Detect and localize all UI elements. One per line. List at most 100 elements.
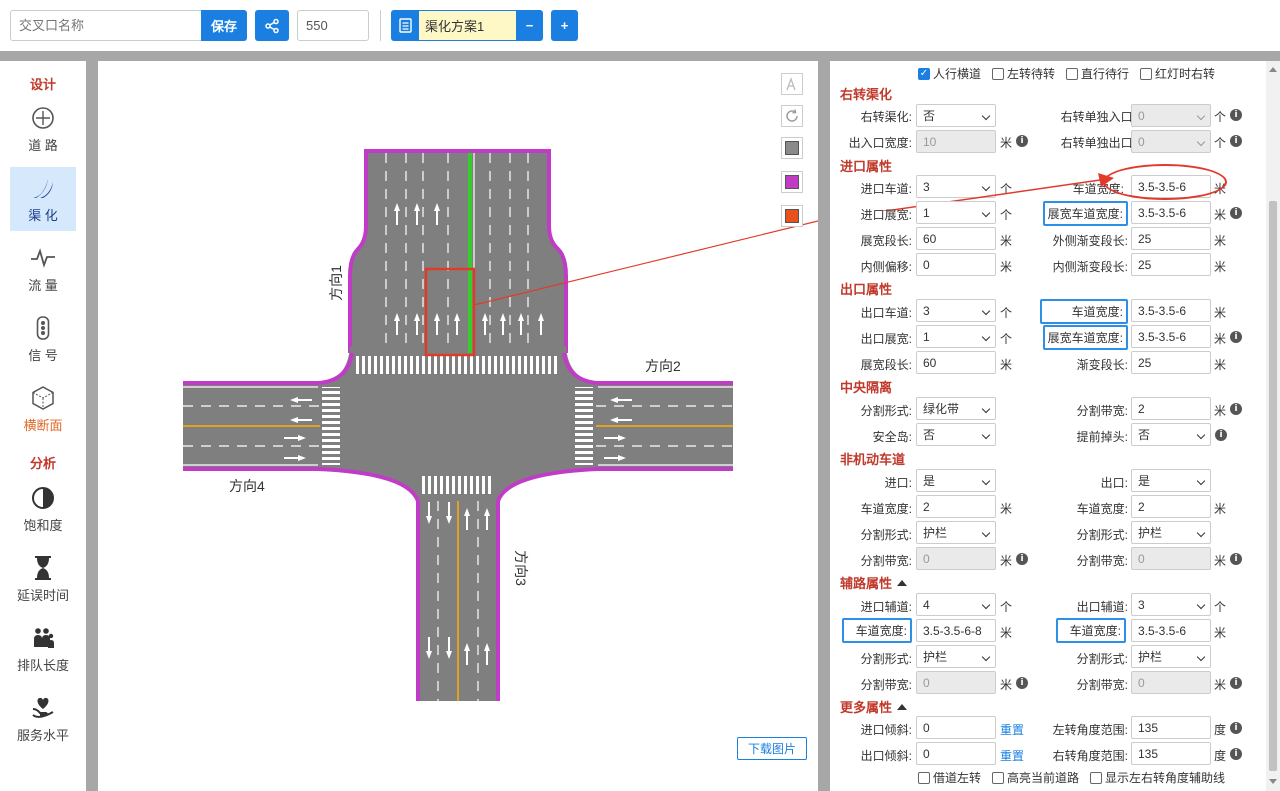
info-icon[interactable]: i (1230, 722, 1242, 734)
bike-exit-width-input[interactable]: 2 (1131, 495, 1211, 518)
info-icon[interactable]: i (1016, 135, 1028, 147)
sidebar-item-service[interactable]: 服务水平 (10, 687, 76, 751)
sidebar-item-signal[interactable]: 信 号 (10, 307, 76, 371)
rotate-button[interactable] (781, 105, 803, 127)
field-label: 分割带宽: (1076, 678, 1128, 692)
info-icon[interactable]: i (1230, 109, 1242, 121)
bike-exit-divider-width-input[interactable]: 0 (1131, 547, 1211, 570)
sidebar-item-cross-section[interactable]: 横断面 (10, 377, 76, 441)
aux-entry-divider-width-input[interactable]: 0 (916, 671, 996, 694)
sidebar-item-road[interactable]: 道 路 (10, 97, 76, 161)
right-turn-exit-select[interactable]: 0 (1131, 130, 1211, 153)
scheme-name[interactable]: 渠化方案1 (419, 10, 516, 41)
crosswalk-checkbox[interactable]: ✓ 人行横道 (918, 65, 981, 82)
scheme-list-button[interactable] (391, 10, 419, 41)
sidebar-item-flow[interactable]: 流 量 (10, 237, 76, 301)
show-angle-guides-checkbox[interactable]: 显示左右转角度辅助线 (1090, 769, 1225, 786)
intersection-canvas[interactable]: 方向1 方向2 方向3 方向4 下载图片 (98, 61, 818, 791)
scrollbar-thumb[interactable] (1269, 201, 1277, 771)
bike-entry-select[interactable]: 是 (916, 469, 996, 492)
entry-inner-offset-input[interactable]: 0 (916, 253, 996, 276)
entry-outer-taper-input[interactable]: 25 (1131, 227, 1211, 250)
text-tool-button[interactable] (781, 73, 803, 95)
borrow-left-turn-checkbox[interactable]: 借道左转 (918, 769, 981, 786)
info-icon[interactable]: i (1230, 207, 1242, 219)
bike-exit-select[interactable]: 是 (1131, 469, 1211, 492)
advance-uturn-select[interactable]: 否 (1131, 423, 1211, 446)
gray-color-button[interactable] (781, 137, 803, 159)
right-turn-channel-select[interactable]: 否 (916, 104, 996, 127)
sidebar-item-delay[interactable]: 延误时间 (10, 547, 76, 611)
font-icon (786, 77, 796, 91)
aux-entry-select[interactable]: 4 (916, 593, 996, 616)
entry-tilt-input[interactable]: 0 (916, 716, 996, 739)
sidebar-item-saturation[interactable]: 饱和度 (10, 477, 76, 541)
aux-exit-select[interactable]: 3 (1131, 593, 1211, 616)
right-turn-entry-select[interactable]: 0 (1131, 104, 1211, 127)
share-button[interactable] (255, 10, 289, 41)
exit-tilt-reset-link[interactable]: 重置 (1000, 747, 1024, 764)
field-label: 车道宽度: (1076, 502, 1128, 516)
aux-road-section-title[interactable]: 辅路属性 (840, 573, 908, 592)
panel-scrollbar[interactable] (1266, 61, 1280, 791)
download-image-button[interactable]: 下载图片 (737, 737, 807, 760)
number-input[interactable] (297, 10, 369, 41)
info-icon[interactable]: i (1230, 403, 1242, 415)
bike-entry-divider-select[interactable]: 护栏 (916, 521, 996, 544)
aux-exit-divider-select[interactable]: 护栏 (1131, 645, 1211, 668)
info-icon[interactable]: i (1230, 135, 1242, 147)
entry-widen-select[interactable]: 1 (916, 201, 996, 224)
remove-scheme-button[interactable]: − (516, 10, 543, 41)
aux-exit-width-input[interactable]: 3.5-3.5-6 (1131, 619, 1211, 642)
orange-swatch-icon (785, 209, 799, 223)
info-icon[interactable]: i (1215, 429, 1227, 441)
info-icon[interactable]: i (1230, 748, 1242, 760)
info-icon[interactable]: i (1230, 331, 1242, 343)
orange-color-button[interactable] (781, 205, 803, 227)
entry-widen-lane-width-input[interactable]: 3.5-3.5-6 (1131, 201, 1211, 224)
field-label: 分割形式: (1076, 528, 1128, 542)
entry-widen-length-input[interactable]: 60 (916, 227, 996, 250)
exit-widen-select[interactable]: 1 (916, 325, 996, 348)
straight-wait-checkbox[interactable]: 直行待行 (1066, 65, 1129, 82)
safety-island-select[interactable]: 否 (916, 423, 996, 446)
bike-exit-divider-select[interactable]: 护栏 (1131, 521, 1211, 544)
entry-inner-taper-input[interactable]: 25 (1131, 253, 1211, 276)
entry-tilt-reset-link[interactable]: 重置 (1000, 721, 1024, 738)
add-scheme-button[interactable]: + (551, 10, 578, 41)
info-icon[interactable]: i (1016, 677, 1028, 689)
highlight-road-checkbox[interactable]: 高亮当前道路 (992, 769, 1079, 786)
bike-entry-width-input[interactable]: 2 (916, 495, 996, 518)
left-turn-angle-input[interactable]: 135 (1131, 716, 1211, 739)
exit-widen-lane-width-input[interactable]: 3.5-3.5-6 (1131, 325, 1211, 348)
info-icon[interactable]: i (1230, 677, 1242, 689)
exit-taper-input[interactable]: 25 (1131, 351, 1211, 374)
sidebar-item-queue[interactable]: 排队长度 (10, 617, 76, 681)
scheme-name-text: 渠化方案1 (425, 19, 485, 34)
entry-exit-width-input[interactable]: 10 (916, 130, 996, 153)
scroll-up-arrow-icon[interactable] (1269, 67, 1277, 72)
left-turn-wait-checkbox[interactable]: 左转待转 (992, 65, 1055, 82)
aux-entry-width-input[interactable]: 3.5-3.5-6-8 (916, 619, 996, 642)
exit-tilt-input[interactable]: 0 (916, 742, 996, 765)
scroll-down-arrow-icon[interactable] (1269, 779, 1277, 784)
more-section-title[interactable]: 更多属性 (840, 697, 908, 716)
aux-exit-divider-width-input[interactable]: 0 (1131, 671, 1211, 694)
right-turn-angle-input[interactable]: 135 (1131, 742, 1211, 765)
purple-color-button[interactable] (781, 171, 803, 193)
exit-widen-length-input[interactable]: 60 (916, 351, 996, 374)
bike-entry-divider-width-input[interactable]: 0 (916, 547, 996, 570)
intersection-name-input[interactable] (10, 10, 202, 41)
red-right-turn-checkbox[interactable]: 红灯时右转 (1140, 65, 1215, 82)
aux-entry-divider-select[interactable]: 护栏 (916, 645, 996, 668)
median-type-select[interactable]: 绿化带 (916, 397, 996, 420)
exit-lanes-select[interactable]: 3 (916, 299, 996, 322)
median-width-input[interactable]: 2 (1131, 397, 1211, 420)
sidebar-item-channelize[interactable]: 渠 化 (10, 167, 76, 231)
unit-label: 米 (1214, 554, 1227, 568)
sidebar-item-label: 横断面 (23, 417, 63, 433)
save-button[interactable]: 保存 (201, 10, 247, 41)
exit-lane-width-input[interactable]: 3.5-3.5-6 (1131, 299, 1211, 322)
info-icon[interactable]: i (1016, 553, 1028, 565)
info-icon[interactable]: i (1230, 553, 1242, 565)
